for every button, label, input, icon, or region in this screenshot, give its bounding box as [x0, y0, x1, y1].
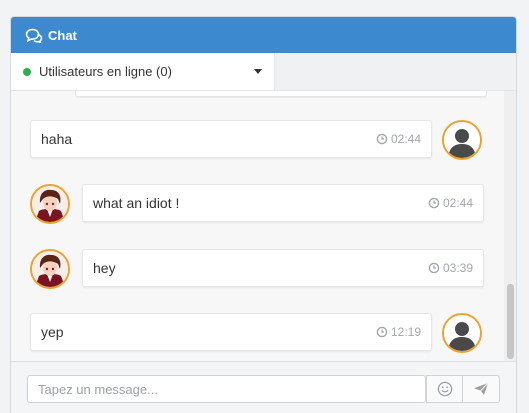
chat-header: Chat [11, 17, 516, 53]
message-time-text: 03:39 [442, 261, 473, 275]
anime-character-icon [32, 251, 68, 287]
message-text: haha [41, 131, 73, 147]
message-text: hey [93, 260, 116, 276]
default-user-icon [444, 122, 480, 158]
caret-down-icon [254, 69, 262, 74]
message-time-text: 02:44 [390, 132, 421, 146]
smiley-icon [437, 381, 452, 397]
message-bubble: hey 03:39 [82, 249, 484, 287]
message-bubble: haha 02:44 [30, 120, 432, 158]
online-status-dot [23, 67, 31, 76]
user-avatar[interactable] [442, 120, 482, 160]
message-bubble: yep 12:19 [30, 313, 432, 351]
message-list: haha 02:44 what an idiot ! 02:44 hey 03:… [11, 91, 504, 361]
user-avatar[interactable] [30, 184, 70, 224]
chat-panel: Chat Utilisateurs en ligne (0) haha 02:4… [10, 16, 517, 413]
message-text: yep [41, 324, 64, 340]
message-time: 02:44 [376, 132, 421, 146]
clock-icon [376, 133, 388, 145]
message-composer [11, 361, 516, 413]
user-avatar[interactable] [30, 249, 70, 289]
chat-bubbles-icon [25, 28, 43, 43]
paper-plane-icon [474, 382, 489, 395]
message-input[interactable] [27, 375, 426, 403]
message-bubble: what an idiot ! 02:44 [82, 184, 484, 222]
message-time: 02:44 [428, 196, 473, 210]
online-users-dropdown[interactable]: Utilisateurs en ligne (0) [11, 53, 275, 90]
message-time: 12:19 [376, 325, 421, 339]
user-avatar[interactable] [442, 313, 482, 353]
anime-character-icon [32, 186, 68, 222]
toolbar-empty-area [275, 53, 516, 90]
online-users-label: Utilisateurs en ligne (0) [39, 64, 172, 79]
clock-icon [428, 197, 440, 209]
send-button[interactable] [462, 375, 500, 403]
partial-message-bubble [75, 91, 487, 97]
emoji-button[interactable] [426, 375, 463, 403]
clock-icon [376, 326, 388, 338]
message-scrollbar[interactable] [504, 91, 516, 361]
default-user-icon [444, 315, 480, 351]
message-time-text: 12:19 [390, 325, 421, 339]
chat-toolbar: Utilisateurs en ligne (0) [11, 53, 516, 91]
message-time: 03:39 [428, 261, 473, 275]
message-text: what an idiot ! [93, 195, 180, 211]
chat-title: Chat [48, 27, 77, 43]
scrollbar-thumb[interactable] [507, 284, 514, 359]
message-time-text: 02:44 [442, 196, 473, 210]
clock-icon [428, 262, 440, 274]
